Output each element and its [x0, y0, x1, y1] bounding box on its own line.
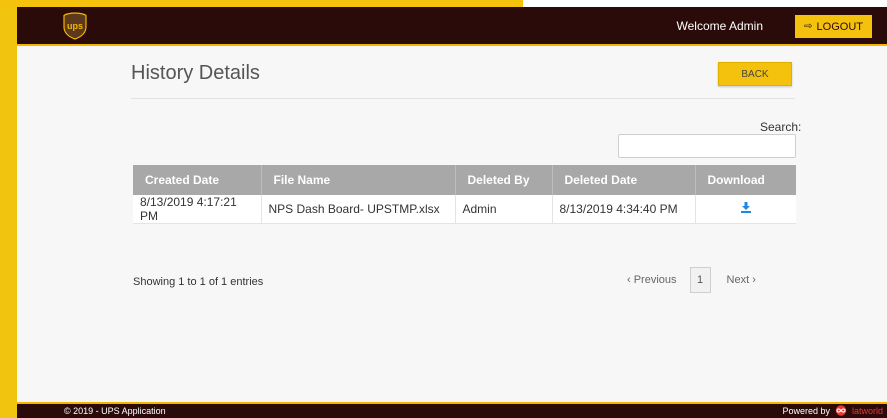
search-label: Search:: [760, 120, 802, 134]
svg-text:ups: ups: [67, 21, 83, 31]
column-header-file-name[interactable]: File Name: [261, 165, 456, 195]
pagination: ‹ Previous 1 Next ›: [627, 265, 756, 295]
powered-by-label: Powered by: [782, 405, 830, 416]
download-icon[interactable]: [740, 202, 752, 213]
back-button[interactable]: BACK: [718, 62, 792, 86]
powered-by: Powered by latworld: [782, 405, 883, 416]
title-divider: [131, 98, 795, 99]
top-strip: [0, 0, 887, 7]
cell-file-name: NPS Dash Board- UPSTMP.xlsx: [261, 195, 456, 224]
ups-logo[interactable]: ups: [63, 12, 87, 40]
history-table: Created Date File Name Deleted By Delete…: [133, 165, 796, 224]
main-content: History Details BACK Search: Created Dat…: [17, 48, 887, 402]
table-header-row: Created Date File Name Deleted By Delete…: [133, 165, 796, 195]
page-title: History Details: [131, 62, 260, 84]
next-button[interactable]: Next ›: [727, 274, 756, 286]
search-input[interactable]: [618, 134, 796, 158]
column-header-deleted-date[interactable]: Deleted Date: [552, 165, 696, 195]
cell-deleted-date: 8/13/2019 4:34:40 PM: [552, 195, 696, 224]
copyright-text: © 2019 - UPS Application: [64, 406, 166, 416]
top-strip-accent: [0, 0, 523, 7]
cell-download: [695, 195, 796, 224]
logout-label: LOGOUT: [816, 20, 863, 33]
column-header-download[interactable]: Download: [695, 165, 796, 195]
previous-button[interactable]: ‹ Previous: [627, 274, 677, 286]
infinity-logo-icon: [835, 405, 847, 416]
app-shell: ups Welcome Admin ⇨ LOGOUT History Detai…: [17, 7, 887, 418]
cell-deleted-by: Admin: [455, 195, 553, 224]
column-header-created-date[interactable]: Created Date: [133, 165, 262, 195]
entries-info: Showing 1 to 1 of 1 entries: [133, 276, 264, 288]
footer: © 2019 - UPS Application Powered by latw…: [17, 402, 887, 418]
cell-created-date: 8/13/2019 4:17:21 PM: [133, 195, 262, 224]
column-header-deleted-by[interactable]: Deleted By: [455, 165, 553, 195]
table-row: 8/13/2019 4:17:21 PM NPS Dash Board- UPS…: [133, 195, 796, 224]
page-button-1[interactable]: 1: [689, 267, 711, 293]
brand-name: latworld: [851, 405, 883, 416]
logout-button[interactable]: ⇨ LOGOUT: [795, 15, 872, 38]
welcome-text: Welcome Admin: [676, 19, 763, 33]
logout-icon: ⇨: [804, 21, 813, 32]
navbar: ups Welcome Admin ⇨ LOGOUT: [17, 7, 887, 46]
